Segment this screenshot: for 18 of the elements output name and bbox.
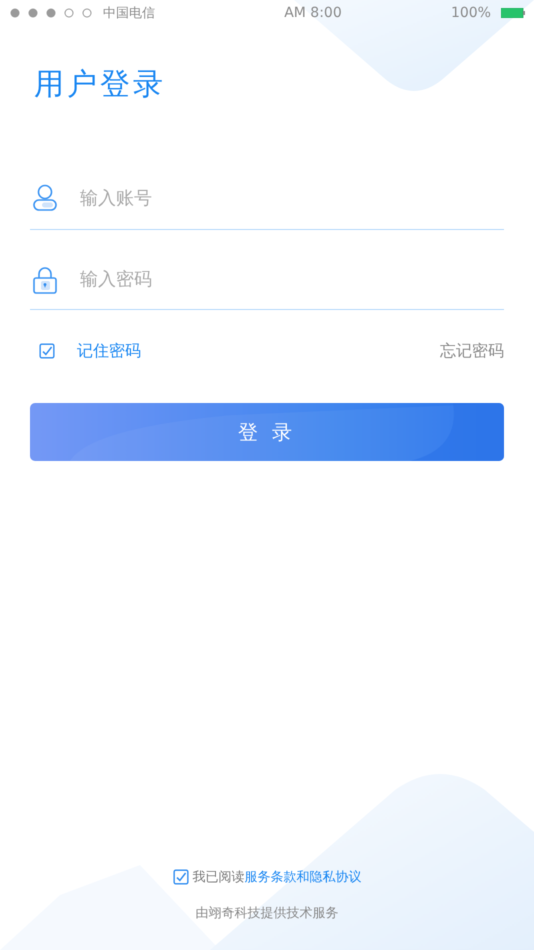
checkbox[interactable]: [172, 869, 188, 885]
checkbox[interactable]: [39, 343, 55, 359]
carrier-name: 中国电信: [103, 5, 155, 22]
page-title: 用户登录: [34, 67, 166, 103]
status-time: AM 8:00: [283, 5, 342, 21]
user-icon: [32, 183, 58, 213]
login-button[interactable]: 登 录: [30, 403, 504, 461]
battery-icon: [500, 8, 525, 18]
battery-percent: 100%: [450, 5, 491, 21]
terms-link[interactable]: 服务条款和隐私协议: [244, 870, 362, 885]
remember-label[interactable]: 记住密码: [77, 340, 141, 362]
signal-icon: [9, 7, 93, 19]
lock-icon: [32, 264, 58, 294]
input-field[interactable]: 输入账号: [78, 186, 462, 210]
input-field[interactable]: 输入密码: [78, 268, 462, 291]
agreement-text: 我已阅读服务条款和隐私协议: [192, 869, 362, 886]
footer-text: 由翊奇科技提供技术服务: [196, 905, 338, 922]
forgot-link[interactable]: 忘记密码: [440, 340, 504, 362]
